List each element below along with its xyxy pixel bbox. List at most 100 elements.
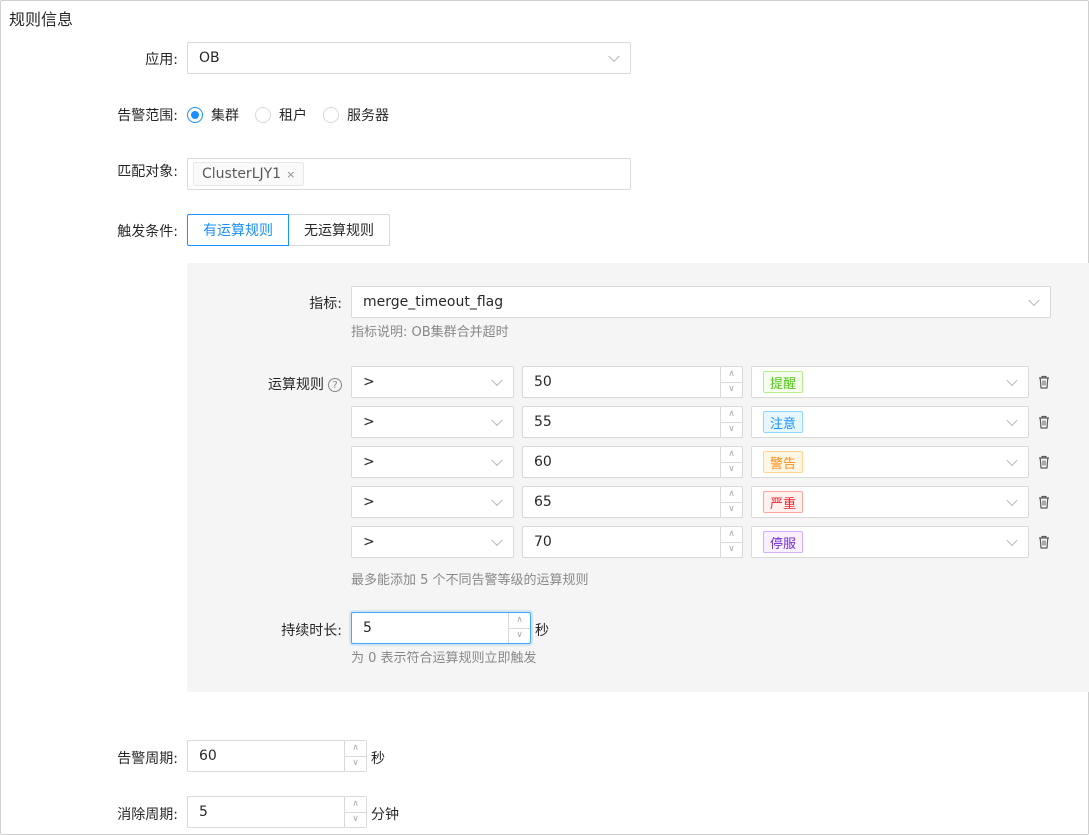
rule-threshold-stepper: ∧ ∨: [720, 367, 742, 397]
stepper-down-icon[interactable]: ∨: [721, 423, 742, 438]
stepper-up-icon[interactable]: ∧: [721, 527, 742, 543]
rule-operator-value: >: [363, 534, 375, 550]
rule-operator-select[interactable]: >: [351, 446, 514, 478]
duration-input[interactable]: 5 ∧ ∨: [351, 612, 531, 644]
alert-period-value: 60: [199, 748, 217, 764]
chevron-down-icon: [491, 374, 503, 387]
clear-period-input[interactable]: 5 ∧ ∨: [187, 796, 367, 828]
rule-level-select[interactable]: 警告: [751, 446, 1029, 478]
chevron-down-icon: [1006, 374, 1018, 387]
trigger-label: 触发条件:: [117, 224, 178, 240]
trash-icon[interactable]: [1038, 375, 1050, 389]
rule-threshold-input[interactable]: 55 ∧ ∨: [522, 406, 743, 438]
tab-with-rules[interactable]: 有运算规则: [187, 214, 289, 246]
rule-threshold-stepper: ∧ ∨: [720, 407, 742, 437]
stepper-up-icon[interactable]: ∧: [721, 367, 742, 383]
rule-level-select[interactable]: 严重: [751, 486, 1029, 518]
metric-select[interactable]: merge_timeout_flag: [351, 286, 1051, 318]
rule-threshold-value: 55: [534, 414, 552, 430]
clear-period-label: 消除周期:: [117, 807, 178, 823]
stepper-up-icon[interactable]: ∧: [721, 407, 742, 423]
scope-radio-server[interactable]: 服务器: [323, 105, 389, 125]
target-tag: ClusterLJY1 ×: [193, 162, 305, 186]
stepper-up-icon[interactable]: ∧: [345, 797, 366, 813]
clear-period-unit: 分钟: [371, 807, 399, 823]
clear-period-value: 5: [199, 804, 208, 820]
chevron-down-icon: [491, 494, 503, 507]
stepper-down-icon[interactable]: ∨: [721, 543, 742, 558]
target-tag-label: ClusterLJY1: [202, 166, 282, 182]
section-title: 规则信息: [9, 10, 74, 29]
stepper-up-icon[interactable]: ∧: [721, 487, 742, 503]
duration-input-value: 5: [363, 620, 372, 636]
rule-level-select[interactable]: 提醒: [751, 366, 1029, 398]
target-label: 匹配对象:: [117, 164, 178, 180]
rule-threshold-input[interactable]: 60 ∧ ∨: [522, 446, 743, 478]
rule-operator-value: >: [363, 454, 375, 470]
rule-operator-select[interactable]: >: [351, 406, 514, 438]
rule-operator-select[interactable]: >: [351, 366, 514, 398]
trash-icon[interactable]: [1038, 455, 1050, 469]
radio-unchecked-icon: [323, 107, 339, 123]
app-label: 应用:: [145, 52, 178, 68]
duration-unit: 秒: [535, 623, 549, 639]
question-circle-icon[interactable]: ?: [328, 378, 342, 392]
radio-checked-icon: [187, 107, 203, 123]
duration-stepper: ∧ ∨: [508, 613, 530, 643]
rule-threshold-value: 65: [534, 494, 552, 510]
rule-operator-value: >: [363, 494, 375, 510]
rules-label-text: 运算规则: [268, 377, 324, 393]
level-tag: 提醒: [763, 371, 804, 393]
stepper-up-icon[interactable]: ∧: [721, 447, 742, 463]
chevron-down-icon: [608, 50, 620, 63]
chevron-down-icon: [1028, 294, 1040, 307]
chevron-down-icon: [1006, 494, 1018, 507]
metric-select-value: merge_timeout_flag: [363, 294, 504, 310]
level-tag: 注意: [763, 411, 804, 433]
rule-threshold-input[interactable]: 65 ∧ ∨: [522, 486, 743, 518]
target-select[interactable]: ClusterLJY1 ×: [187, 158, 631, 190]
stepper-down-icon[interactable]: ∨: [509, 629, 530, 644]
rule-threshold-input[interactable]: 70 ∧ ∨: [522, 526, 743, 558]
app-select[interactable]: OB: [187, 42, 631, 74]
chevron-down-icon: [1006, 534, 1018, 547]
stepper-up-icon[interactable]: ∧: [345, 741, 366, 757]
trash-icon[interactable]: [1038, 535, 1050, 549]
rule-operator-select[interactable]: >: [351, 486, 514, 518]
stepper-down-icon[interactable]: ∨: [345, 813, 366, 828]
clear-period-stepper: ∧ ∨: [344, 797, 366, 827]
radio-unchecked-icon: [255, 107, 271, 123]
chevron-down-icon: [1006, 414, 1018, 427]
metric-label: 指标:: [309, 296, 342, 312]
level-tag: 严重: [763, 491, 804, 513]
rule-level-select[interactable]: 停服: [751, 526, 1029, 558]
scope-radio-group: 集群 租户 服务器: [187, 105, 405, 125]
rule-threshold-stepper: ∧ ∨: [720, 447, 742, 477]
chevron-down-icon: [491, 454, 503, 467]
rule-threshold-stepper: ∧ ∨: [720, 487, 742, 517]
duration-help: 为 0 表示符合运算规则立即触发: [351, 651, 537, 666]
alert-period-input[interactable]: 60 ∧ ∨: [187, 740, 367, 772]
rule-operator-select[interactable]: >: [351, 526, 514, 558]
scope-radio-cluster[interactable]: 集群: [187, 105, 239, 125]
tab-without-rules[interactable]: 无运算规则: [288, 214, 390, 246]
scope-radio-tenant[interactable]: 租户: [255, 105, 307, 125]
rule-level-select[interactable]: 注意: [751, 406, 1029, 438]
rules-limit-help: 最多能添加 5 个不同告警等级的运算规则: [351, 573, 589, 588]
rule-threshold-input[interactable]: 50 ∧ ∨: [522, 366, 743, 398]
trash-icon[interactable]: [1038, 495, 1050, 509]
stepper-down-icon[interactable]: ∨: [345, 757, 366, 772]
stepper-down-icon[interactable]: ∨: [721, 463, 742, 478]
trash-icon[interactable]: [1038, 415, 1050, 429]
stepper-down-icon[interactable]: ∨: [721, 383, 742, 398]
alert-period-label: 告警周期:: [117, 751, 178, 767]
rule-threshold-stepper: ∧ ∨: [720, 527, 742, 557]
stepper-down-icon[interactable]: ∨: [721, 503, 742, 518]
rule-threshold-value: 50: [534, 374, 552, 390]
stepper-up-icon[interactable]: ∧: [509, 613, 530, 629]
duration-label: 持续时长:: [281, 623, 342, 639]
scope-label: 告警范围:: [117, 108, 178, 124]
chevron-down-icon: [1006, 454, 1018, 467]
rule-threshold-value: 60: [534, 454, 552, 470]
close-icon[interactable]: ×: [286, 168, 295, 181]
